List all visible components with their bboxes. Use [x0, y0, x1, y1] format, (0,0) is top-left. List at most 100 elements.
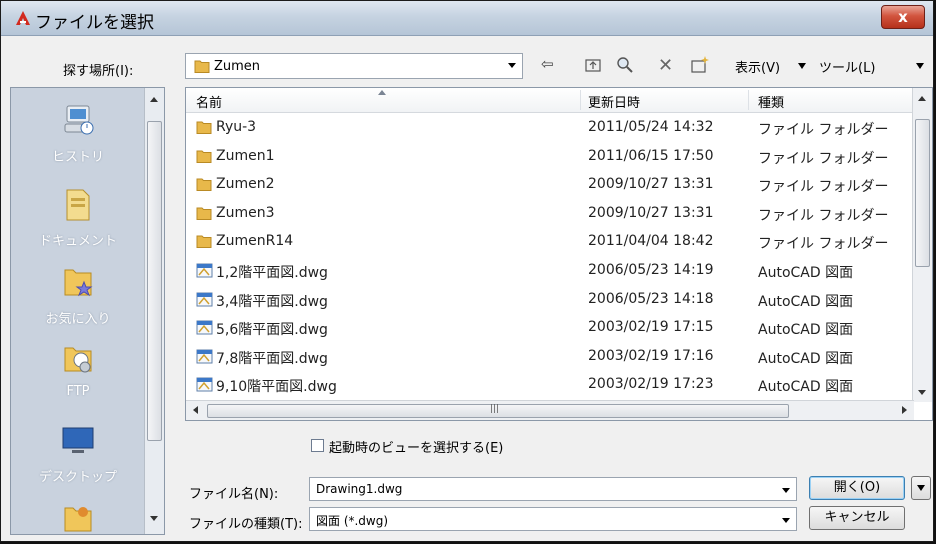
table-row[interactable]: 5,6階平面図.dwg 2003/02/19 17:15 AutoCAD 図面 — [186, 314, 914, 341]
file-name: Zumen2 — [216, 176, 275, 193]
places-bar: ヒストリ ドキュメント お気に入り FTP デスクトップ — [10, 87, 165, 535]
table-row[interactable]: ZumenR14 2011/04/04 18:42 ファイル フォルダー — [186, 228, 914, 255]
filename-input[interactable]: Drawing1.dwg — [309, 477, 797, 501]
search-web-icon[interactable] — [615, 55, 635, 75]
scroll-right-icon[interactable] — [902, 406, 907, 414]
view-menu-chevron-down-icon[interactable] — [798, 63, 806, 69]
column-divider[interactable] — [580, 90, 581, 110]
file-name: 9,10階平面図.dwg — [216, 379, 337, 396]
table-row[interactable]: Zumen2 2009/10/27 13:31 ファイル フォルダー — [186, 171, 914, 198]
place-documents[interactable]: ドキュメント — [11, 186, 145, 249]
scroll-up-icon[interactable] — [918, 96, 926, 101]
history-icon — [64, 105, 94, 135]
back-icon[interactable]: ⇦ — [541, 55, 554, 75]
close-icon: x — [898, 8, 908, 26]
look-in-label: 探す場所(I): — [63, 64, 134, 79]
table-row[interactable]: 7,8階平面図.dwg 2003/02/19 17:16 AutoCAD 図面 — [186, 343, 914, 370]
filetype-label: ファイルの種類(T): — [189, 517, 303, 532]
file-date: 2009/10/27 13:31 — [588, 204, 714, 221]
filename-value: Drawing1.dwg — [316, 482, 403, 496]
place-label: お気に入り — [45, 312, 111, 327]
place-label: ドキュメント — [38, 234, 117, 249]
file-type: AutoCAD 図面 — [758, 322, 854, 339]
file-name: 7,8階平面図.dwg — [216, 350, 328, 367]
up-folder-icon[interactable] — [584, 55, 602, 75]
look-in-dropdown[interactable]: Zumen — [185, 53, 523, 79]
look-in-value: Zumen — [214, 59, 261, 74]
open-options-button[interactable] — [911, 476, 931, 500]
file-date: 2006/05/23 14:19 — [588, 262, 714, 278]
favorites-icon — [64, 269, 93, 297]
file-dialog: ファイルを選択 x 探す場所(I): Zumen ⇦ ✕ 表示(V) ツール(L… — [0, 0, 934, 542]
cancel-button[interactable]: キャンセル — [809, 506, 905, 530]
chevron-down-icon[interactable] — [782, 518, 790, 523]
scroll-down-icon[interactable] — [150, 516, 158, 521]
places-scrollbar[interactable] — [144, 88, 164, 534]
open-button[interactable]: 開く(O) — [809, 476, 905, 500]
list-header: 名前 更新日時 種類 — [186, 88, 914, 113]
file-type: ファイル フォルダー — [758, 150, 889, 167]
file-type: AutoCAD 図面 — [758, 379, 854, 396]
scroll-down-icon[interactable] — [918, 390, 926, 395]
chevron-down-icon[interactable] — [782, 488, 790, 493]
chevron-down-icon[interactable] — [508, 63, 516, 68]
place-history[interactable]: ヒストリ — [11, 102, 145, 165]
view-menu[interactable]: 表示(V) — [735, 57, 780, 76]
close-button[interactable]: x — [881, 5, 925, 29]
file-type: ファイル フォルダー — [758, 236, 889, 253]
scrollbar-thumb[interactable] — [915, 119, 930, 267]
scroll-left-icon[interactable] — [193, 406, 198, 414]
file-date: 2011/05/24 14:32 — [588, 119, 714, 135]
file-type: AutoCAD 図面 — [758, 265, 854, 281]
filetype-value: 図面 (*.dwg) — [316, 514, 389, 528]
window-title: ファイルを選択 — [35, 13, 154, 33]
file-date: 2006/05/23 14:18 — [588, 290, 714, 307]
tools-menu[interactable]: ツール(L) — [819, 57, 875, 76]
scroll-up-icon[interactable] — [150, 97, 158, 102]
select-view-checkbox[interactable] — [311, 439, 324, 452]
column-name[interactable]: 名前 — [196, 92, 222, 111]
place-favorites[interactable]: お気に入り — [11, 264, 145, 327]
column-divider[interactable] — [748, 90, 749, 110]
list-vertical-scrollbar[interactable] — [912, 88, 932, 402]
place-buzzsaw[interactable] — [11, 498, 145, 534]
file-date: 2003/02/19 17:15 — [588, 319, 714, 336]
file-name: 5,6階平面図.dwg — [216, 322, 328, 339]
ftp-icon — [64, 347, 92, 373]
delete-icon[interactable]: ✕ — [658, 55, 673, 76]
list-horizontal-scrollbar[interactable]: ||| — [186, 400, 914, 420]
place-label: デスクトップ — [38, 470, 117, 485]
file-name: Ryu-3 — [216, 119, 257, 135]
file-date: 2003/02/19 17:23 — [588, 376, 714, 393]
file-name: 1,2階平面図.dwg — [216, 265, 328, 281]
place-ftp[interactable]: FTP — [11, 340, 145, 399]
column-date[interactable]: 更新日時 — [588, 92, 640, 111]
folder-icon — [194, 60, 210, 73]
file-type: ファイル フォルダー — [758, 179, 889, 196]
documents-icon — [66, 189, 90, 221]
file-name: Zumen1 — [216, 147, 275, 164]
place-desktop[interactable]: デスクトップ — [11, 422, 145, 485]
sort-ascending-icon — [378, 90, 386, 95]
tools-menu-chevron-down-icon[interactable] — [916, 63, 924, 69]
scrollbar-thumb[interactable] — [147, 121, 162, 441]
buzzsaw-icon — [64, 507, 92, 532]
file-name: Zumen3 — [216, 204, 275, 221]
new-folder-icon[interactable] — [690, 55, 710, 75]
file-name: ZumenR14 — [216, 233, 294, 250]
file-date: 2011/04/04 18:42 — [588, 233, 714, 250]
place-label: ヒストリ — [51, 150, 104, 165]
table-row[interactable]: Zumen1 2011/06/15 17:50 ファイル フォルダー — [186, 143, 914, 170]
table-row[interactable]: 3,4階平面図.dwg 2006/05/23 14:18 AutoCAD 図面 — [186, 286, 914, 313]
table-row[interactable]: 9,10階平面図.dwg 2003/02/19 17:23 AutoCAD 図面 — [186, 371, 914, 398]
filetype-select[interactable]: 図面 (*.dwg) — [309, 507, 797, 531]
table-row[interactable]: Ryu-3 2011/05/24 14:32 ファイル フォルダー — [186, 114, 914, 141]
table-row[interactable]: Zumen3 2009/10/27 13:31 ファイル フォルダー — [186, 200, 914, 227]
file-name: 3,4階平面図.dwg — [216, 293, 328, 310]
file-type: ファイル フォルダー — [758, 207, 889, 224]
table-row[interactable]: 1,2階平面図.dwg 2006/05/23 14:19 AutoCAD 図面 — [186, 257, 914, 284]
column-type[interactable]: 種類 — [758, 92, 784, 111]
scrollbar-grip-icon: ||| — [490, 404, 500, 414]
file-type: AutoCAD 図面 — [758, 350, 854, 367]
chevron-down-icon — [917, 485, 925, 491]
